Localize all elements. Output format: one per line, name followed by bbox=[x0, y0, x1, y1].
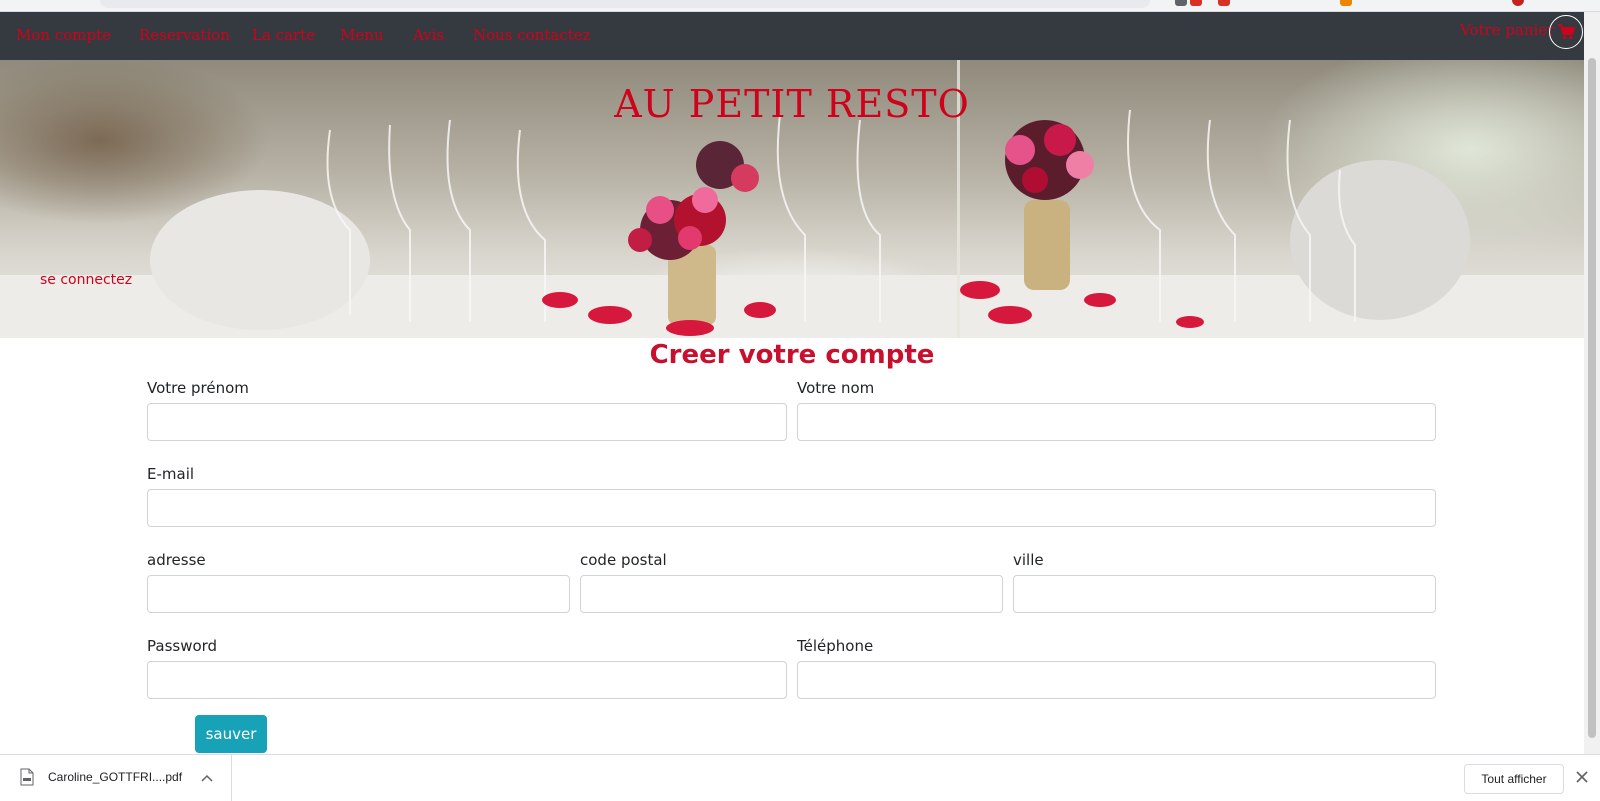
close-icon bbox=[1576, 771, 1588, 783]
nav-la-carte[interactable]: La carte bbox=[252, 26, 315, 44]
ville-input[interactable] bbox=[1013, 575, 1436, 613]
nom-label: Votre nom bbox=[797, 379, 875, 397]
password-label: Password bbox=[147, 637, 218, 655]
close-download-bar-button[interactable] bbox=[1572, 767, 1592, 787]
prenom-input[interactable] bbox=[147, 403, 787, 441]
pdf-file-icon bbox=[20, 768, 34, 786]
shopping-cart-icon bbox=[1558, 24, 1575, 40]
email-label: E-mail bbox=[147, 465, 195, 483]
nav-menu[interactable]: Menu bbox=[340, 26, 384, 44]
profile-avatar[interactable] bbox=[1512, 0, 1524, 6]
prenom-label: Votre prénom bbox=[147, 379, 249, 397]
hero-title: AU PETIT RESTO bbox=[614, 82, 970, 126]
nav-avis[interactable]: Avis bbox=[413, 26, 444, 44]
cart-label[interactable]: Votre panier bbox=[1460, 21, 1554, 39]
address-bar[interactable] bbox=[100, 0, 1150, 8]
code-postal-input[interactable] bbox=[580, 575, 1003, 613]
extension-icon[interactable] bbox=[1190, 0, 1202, 6]
telephone-label: Téléphone bbox=[797, 637, 874, 655]
site-navbar: Mon compte Reservation La carte Menu Avi… bbox=[0, 12, 1584, 60]
password-input[interactable] bbox=[147, 661, 787, 699]
scrollbar-thumb[interactable] bbox=[1588, 58, 1596, 738]
download-file-name: Caroline_GOTTFRI....pdf bbox=[48, 770, 183, 784]
browser-toolbar bbox=[0, 0, 1600, 12]
login-link[interactable]: se connectez bbox=[40, 272, 132, 288]
adresse-input[interactable] bbox=[147, 575, 570, 613]
extension-icon[interactable] bbox=[1175, 0, 1187, 6]
page-scrollbar[interactable] bbox=[1584, 12, 1600, 754]
extension-icon[interactable] bbox=[1340, 0, 1352, 6]
show-all-downloads-button[interactable]: Tout afficher bbox=[1464, 764, 1564, 794]
adresse-label: adresse bbox=[147, 551, 206, 569]
download-item[interactable]: Caroline_GOTTFRI....pdf bbox=[0, 755, 232, 801]
code-postal-label: code postal bbox=[580, 551, 667, 569]
extension-icon[interactable] bbox=[1218, 0, 1230, 6]
nav-reservation[interactable]: Reservation bbox=[139, 26, 230, 44]
nom-input[interactable] bbox=[797, 403, 1436, 441]
cart-button[interactable] bbox=[1549, 15, 1583, 49]
form-title: Creer votre compte bbox=[649, 340, 935, 370]
nav-mon-compte[interactable]: Mon compte bbox=[16, 26, 111, 44]
email-input[interactable] bbox=[147, 489, 1436, 527]
nav-nous-contactez[interactable]: Nous contactez bbox=[473, 26, 591, 44]
telephone-input[interactable] bbox=[797, 661, 1436, 699]
download-bar: Caroline_GOTTFRI....pdf Tout afficher bbox=[0, 754, 1600, 801]
ville-label: ville bbox=[1013, 551, 1044, 569]
save-button[interactable]: sauver bbox=[195, 715, 267, 753]
chevron-up-icon[interactable] bbox=[201, 774, 213, 782]
hero-banner: AU PETIT RESTO se connectez bbox=[0, 60, 1584, 338]
